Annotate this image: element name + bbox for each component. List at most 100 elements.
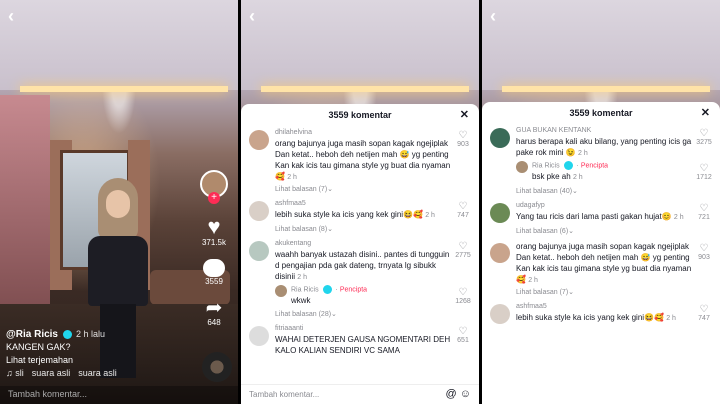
comment-bubble-icon	[203, 259, 225, 277]
comments-panel-a: ‹ 3559 komentar ✕ dhilahelvina orang baj…	[241, 0, 479, 404]
reply-author-name[interactable]: Ria Ricis	[532, 162, 560, 169]
view-replies-link[interactable]: Lihat balasan (7)⌄	[241, 183, 479, 197]
video-panel: ‹ + ♥ 371.5k 3559 ➦ 648 @Ria Ricis 2 h l…	[0, 0, 238, 404]
comment-like-button[interactable]: ♡ 3275	[694, 128, 714, 146]
comment-item: akukentang waahh banyak ustazah disini..…	[241, 237, 479, 283]
comment-like-button[interactable]: ♡ 1712	[694, 163, 714, 181]
comment-like-count: 747	[698, 315, 710, 323]
creator-avatar[interactable]	[516, 161, 528, 173]
commenter-name[interactable]: ashfmaa5	[516, 302, 694, 312]
comment-like-count: 721	[698, 214, 710, 222]
share-button[interactable]: ➦ 648	[206, 298, 223, 327]
comment-item: dhilahelvina orang bajunya juga masih so…	[241, 126, 479, 183]
comment-sheet-header: 3559 komentar ✕	[241, 104, 479, 126]
comment-text: orang bajunya juga masih sopan kagak nge…	[516, 242, 692, 285]
reply-time: 2 h	[572, 174, 583, 182]
back-icon[interactable]: ‹	[8, 6, 14, 27]
like-button[interactable]: ♥ 371.5k	[202, 216, 226, 248]
comment-like-button[interactable]: ♡ 903	[453, 130, 473, 148]
emoji-icon[interactable]: ☺	[460, 388, 471, 400]
comment-text: lebih suka style ka icis yang kek gini😆🥰	[516, 313, 664, 323]
view-replies-link[interactable]: Lihat balasan (40)⌄	[482, 185, 720, 199]
heart-outline-icon: ♡	[699, 304, 709, 316]
comment-text: orang bajunya juga masih sopan kagak nge…	[275, 139, 451, 181]
comment-like-button[interactable]: ♡ 1268	[453, 287, 473, 305]
add-comment-input[interactable]: Tambah komentar... @ ☺	[241, 384, 479, 404]
verified-badge-icon	[322, 285, 332, 294]
comment-like-count: 651	[457, 337, 469, 345]
close-icon[interactable]: ✕	[701, 102, 710, 124]
commenter-avatar[interactable]	[249, 326, 269, 347]
comment-sheet: 3559 komentar ✕ GUA BUKAN KENTANK harus …	[482, 102, 720, 404]
commenter-avatar[interactable]	[490, 128, 510, 148]
heart-outline-icon: ♡	[458, 287, 468, 298]
commenter-name[interactable]: udagafyp	[516, 201, 694, 211]
commenter-avatar[interactable]	[490, 243, 510, 264]
view-replies-link[interactable]: Lihat balasan (8)⌄	[241, 223, 479, 237]
comment-like-count: 2775	[455, 252, 471, 259]
comment-body: orang bajunya juga masih sopan kagak nge…	[516, 241, 694, 286]
comment-like-count: 1712	[696, 174, 712, 181]
verified-badge-icon	[563, 161, 573, 170]
comment-like-button[interactable]: ♡ 2775	[453, 241, 473, 259]
comment-like-count: 903	[698, 254, 710, 262]
comment-body: lebih suka style ka icis yang kek gini😆🥰…	[275, 209, 453, 221]
comment-like-button[interactable]: ♡ 651	[453, 326, 473, 344]
comment-like-button[interactable]: ♡ 721	[694, 203, 714, 221]
reply-header: Ria Ricis · Pencipta	[291, 285, 368, 294]
commenter-name[interactable]: akukentang	[275, 239, 453, 249]
verified-badge-icon	[62, 330, 72, 340]
ceiling-light	[20, 86, 228, 92]
commenter-avatar[interactable]	[490, 203, 510, 224]
commenter-avatar[interactable]	[249, 201, 269, 221]
comment-like-button[interactable]: ♡ 747	[694, 304, 714, 322]
ceiling	[0, 0, 238, 90]
comment-item: GUA BUKAN KENTANK harus berapa kali aku …	[482, 124, 720, 159]
share-count: 648	[207, 318, 221, 327]
commenter-name[interactable]: fitriaaanti	[275, 324, 453, 334]
close-icon[interactable]: ✕	[460, 104, 469, 126]
video-caption: @Ria Ricis 2 h lalu KANGEN GAK? Lihat te…	[6, 328, 196, 380]
mention-icon[interactable]: @	[446, 388, 457, 400]
music-disc-icon[interactable]	[202, 352, 232, 382]
shirt	[88, 236, 148, 306]
reply-text: wkwk	[291, 296, 311, 306]
music-label: suara asli	[31, 368, 71, 378]
comment-button[interactable]: 3559	[203, 259, 225, 286]
commenter-avatar[interactable]	[249, 241, 269, 261]
back-icon[interactable]: ‹	[490, 6, 496, 27]
comment-input[interactable]: Tambah komentar...	[0, 386, 238, 404]
translate-link[interactable]: Lihat terjemahan	[6, 354, 196, 367]
music-ticker[interactable]: ♫ sli suara asli suara asli	[6, 367, 196, 380]
reply-author-name[interactable]: Ria Ricis	[291, 286, 319, 293]
face	[106, 190, 130, 218]
reply-header: Ria Ricis · Pencipta	[532, 161, 609, 170]
creator-avatar[interactable]	[275, 285, 287, 297]
commenter-avatar[interactable]	[249, 130, 269, 150]
comment-time: 2 h	[578, 150, 588, 157]
view-replies-link[interactable]: Lihat balasan (7)⌄	[482, 286, 720, 300]
commenter-avatar[interactable]	[490, 304, 510, 325]
comment-text: Yang tau ricis dari lama pasti gakan huj…	[516, 212, 672, 222]
comment-like-count: 747	[457, 212, 469, 219]
comment-item: fitriaaanti WAHAI DETERJEN GAUSA NGOMENT…	[241, 322, 479, 356]
comment-count: 3559	[205, 277, 223, 286]
comment-like-count: 1268	[455, 298, 471, 305]
view-replies-link[interactable]: Lihat balasan (6)⌄	[482, 225, 720, 239]
comment-body: Yang tau ricis dari lama pasti gakan huj…	[516, 211, 694, 223]
comment-text: harus berapa kali aku bilang, yang penti…	[516, 137, 692, 157]
action-rail: + ♥ 371.5k 3559 ➦ 648	[196, 170, 232, 327]
commenter-name[interactable]: GUA BUKAN KENTANK	[516, 126, 694, 136]
comment-count-title: 3559 komentar	[569, 108, 633, 118]
creator-badge: Pencipta	[339, 286, 368, 294]
commenter-name[interactable]: ashfmaa5	[275, 199, 453, 209]
comment-like-button[interactable]: ♡ 903	[694, 243, 714, 261]
commenter-name[interactable]: dhilahelvina	[275, 128, 453, 138]
wall	[0, 95, 50, 325]
heart-outline-icon: ♡	[458, 241, 468, 252]
back-icon[interactable]: ‹	[249, 6, 255, 27]
view-replies-link[interactable]: Lihat balasan (28)⌄	[241, 308, 479, 322]
comment-like-button[interactable]: ♡ 747	[453, 201, 473, 219]
creator-username[interactable]: @Ria Ricis	[6, 329, 58, 340]
follow-plus-icon[interactable]: +	[208, 192, 220, 204]
